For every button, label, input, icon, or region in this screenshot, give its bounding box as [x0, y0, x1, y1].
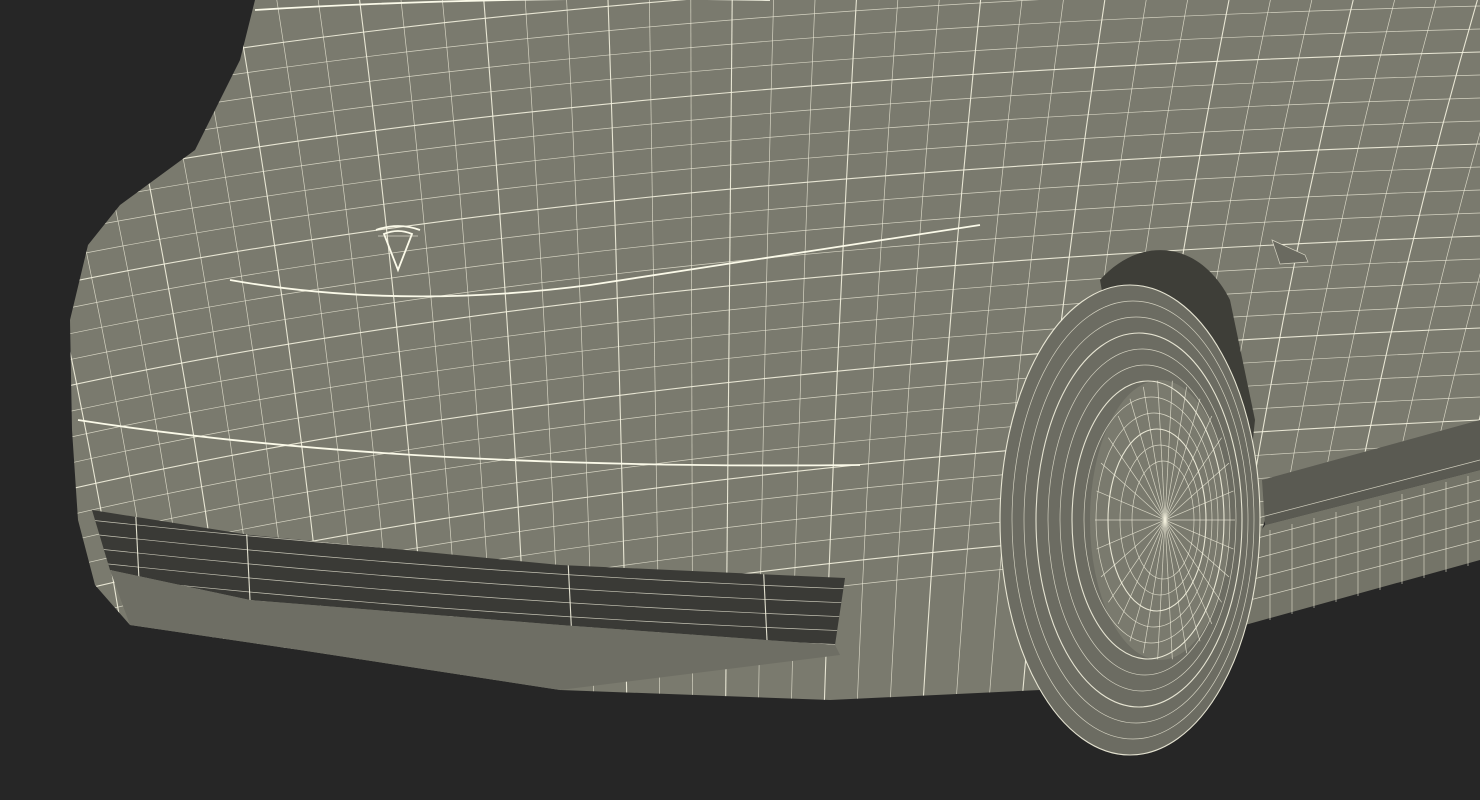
render-viewport — [0, 0, 1480, 800]
truck-wireframe-render — [70, 0, 1480, 756]
front-wheel — [999, 284, 1261, 756]
